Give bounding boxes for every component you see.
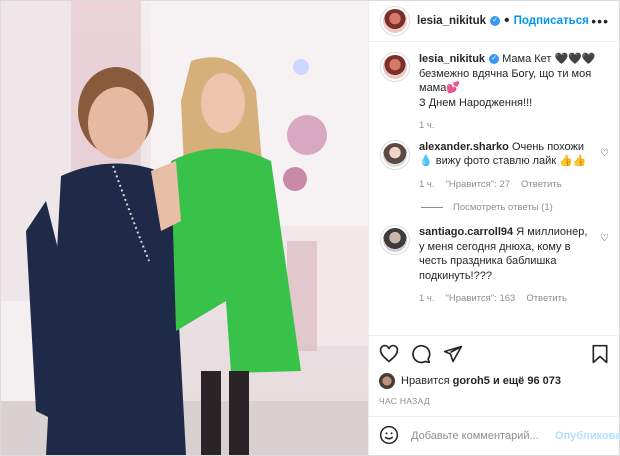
comments-list: lesia_nikituk ✓ Мама Кет 🖤🖤🖤 безмежно вдя… bbox=[369, 42, 619, 335]
caption-line2: безмежно вдячна Богу, що ти моя мама💕 bbox=[419, 67, 592, 95]
comment: santiago.carroll94 Я миллионер, у меня с… bbox=[381, 225, 609, 307]
emoji-icon[interactable] bbox=[379, 425, 399, 448]
post-timestamp[interactable]: ЧАС НАЗАД bbox=[369, 390, 619, 416]
comment-body: alexander.sharko Очень похожи 💧 вижу фот… bbox=[419, 140, 594, 193]
flower-arrangement-2 bbox=[283, 167, 307, 191]
post-sidebar: lesia_nikituk ✓ • Подписаться ••• lesia_… bbox=[368, 1, 620, 455]
likes-summary: Нравится goroh5 и ещё 96 073 bbox=[369, 372, 619, 390]
comment-meta: 1 ч. "Нравится": 163 Ответить bbox=[419, 292, 594, 307]
face-daughter bbox=[201, 73, 245, 133]
face-mother bbox=[88, 87, 148, 159]
photo-illustration bbox=[1, 1, 368, 455]
share-icon[interactable] bbox=[443, 344, 463, 364]
follow-button[interactable]: Подписаться bbox=[514, 15, 589, 27]
likes-count[interactable]: и ещё 96 073 bbox=[493, 375, 561, 387]
caption-line3: З Днем Народження!!! bbox=[419, 96, 533, 109]
replies-line bbox=[421, 207, 443, 208]
likes-prefix: Нравится bbox=[401, 375, 450, 387]
comment-time[interactable]: 1 ч. bbox=[419, 178, 435, 193]
verified-icon: ✓ bbox=[489, 54, 500, 65]
caption-line1: Мама Кет 🖤🖤🖤 bbox=[502, 53, 596, 65]
comment-username[interactable]: santiago.carroll94 bbox=[419, 226, 513, 238]
comment-input[interactable] bbox=[409, 429, 555, 443]
author-avatar[interactable] bbox=[381, 7, 409, 35]
comment: alexander.sharko Очень похожи 💧 вижу фот… bbox=[381, 140, 609, 193]
action-bar bbox=[369, 335, 619, 372]
comment-meta: 1 ч. "Нравится": 27 Ответить bbox=[419, 178, 594, 193]
post-photo[interactable] bbox=[1, 1, 368, 455]
comment-username[interactable]: alexander.sharko bbox=[419, 141, 509, 153]
more-icon[interactable]: ••• bbox=[591, 13, 609, 29]
separator-dot: • bbox=[504, 12, 510, 29]
heart-icon[interactable] bbox=[379, 344, 399, 364]
caption-body: lesia_nikituk ✓ Мама Кет 🖤🖤🖤 безмежно вдя… bbox=[419, 52, 609, 134]
commenter-avatar[interactable] bbox=[381, 226, 409, 254]
caption-username[interactable]: lesia_nikituk bbox=[419, 53, 485, 65]
liker-avatar[interactable] bbox=[379, 373, 395, 389]
caption-meta: 1 ч. bbox=[419, 119, 609, 134]
bookmark-icon[interactable] bbox=[591, 344, 609, 364]
view-replies-label[interactable]: Посмотреть ответы (1) bbox=[453, 202, 553, 213]
commenter-avatar[interactable] bbox=[381, 140, 409, 169]
comment-time[interactable]: 1 ч. bbox=[419, 292, 435, 307]
liker-username[interactable]: goroh5 bbox=[453, 375, 490, 387]
comment-heart-icon[interactable]: ♡ bbox=[600, 233, 609, 307]
publish-button[interactable]: Опубликовать bbox=[555, 430, 620, 442]
comment-icon[interactable] bbox=[411, 344, 431, 364]
add-comment-bar: Опубликовать bbox=[369, 416, 620, 455]
caption-time[interactable]: 1 ч. bbox=[419, 119, 435, 134]
reply-button[interactable]: Ответить bbox=[526, 292, 567, 307]
view-replies[interactable]: Посмотреть ответы (1) bbox=[421, 202, 609, 213]
verified-icon: ✓ bbox=[490, 16, 501, 26]
instagram-post: lesia_nikituk ✓ • Подписаться ••• lesia_… bbox=[0, 0, 620, 456]
comment-likes[interactable]: "Нравится": 27 bbox=[446, 178, 511, 193]
comment-body: santiago.carroll94 Я миллионер, у меня с… bbox=[419, 225, 594, 307]
leg-left bbox=[201, 371, 221, 455]
author-username[interactable]: lesia_nikituk bbox=[417, 15, 486, 27]
author-avatar[interactable] bbox=[381, 53, 409, 81]
leg-right bbox=[229, 371, 249, 455]
flower-arrangement bbox=[287, 115, 327, 155]
reply-button[interactable]: Ответить bbox=[521, 178, 562, 193]
comment-likes[interactable]: "Нравится": 163 bbox=[446, 292, 516, 307]
caption: lesia_nikituk ✓ Мама Кет 🖤🖤🖤 безмежно вдя… bbox=[381, 52, 609, 134]
wall-lamp bbox=[293, 59, 309, 75]
comment-heart-icon[interactable]: ♡ bbox=[600, 148, 609, 193]
post-header: lesia_nikituk ✓ • Подписаться ••• bbox=[369, 1, 619, 42]
